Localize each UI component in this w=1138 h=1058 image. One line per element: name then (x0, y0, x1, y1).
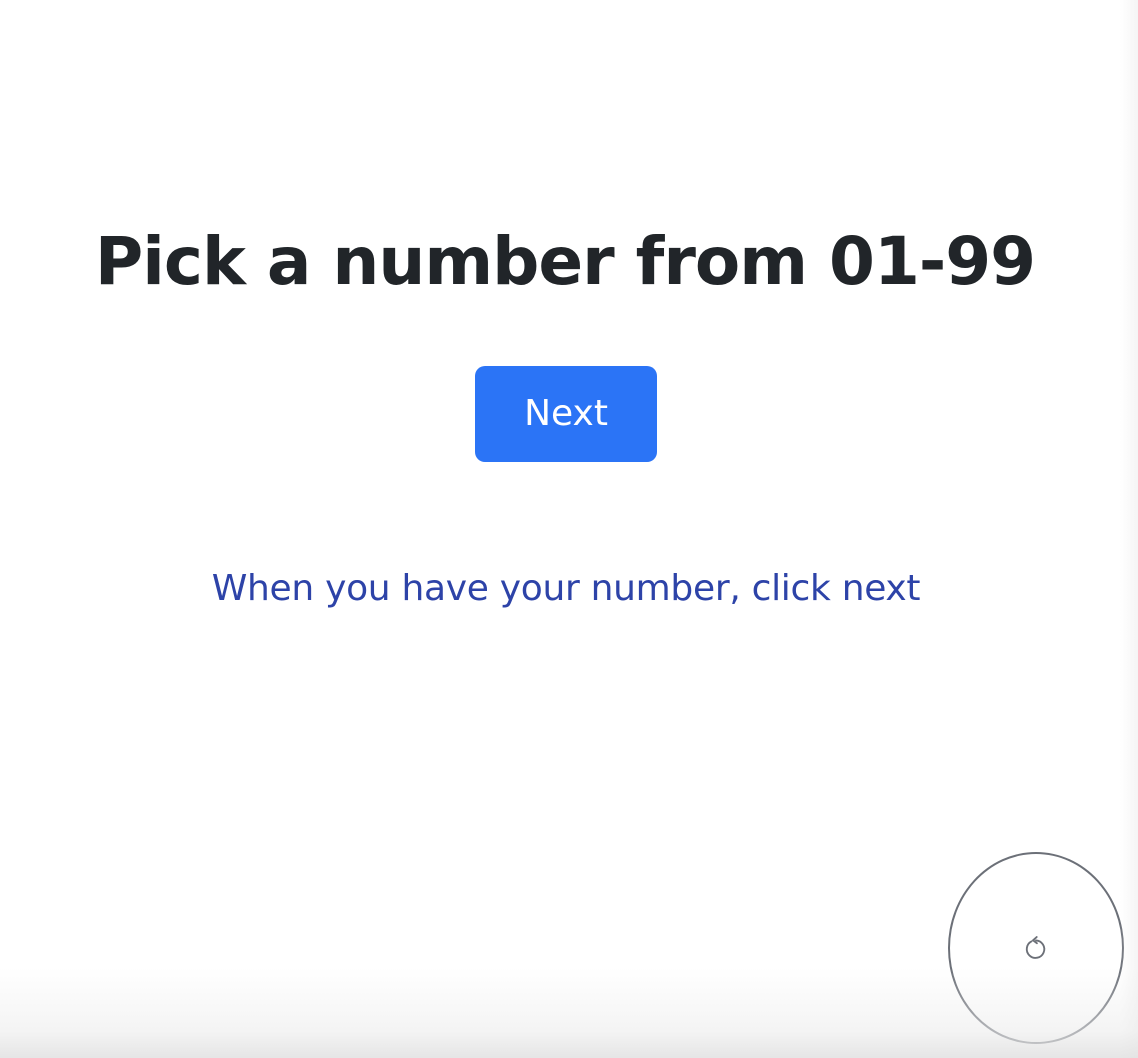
edge-shade (1120, 0, 1138, 1058)
reset-button[interactable] (948, 852, 1124, 1044)
page: Pick a number from 01-99 Next When you h… (0, 0, 1138, 1058)
instruction-text: When you have your number, click next (211, 568, 921, 609)
reset-icon (1022, 934, 1050, 962)
page-title: Pick a number from 01-99 (94, 223, 1036, 300)
next-button[interactable]: Next (475, 366, 657, 462)
